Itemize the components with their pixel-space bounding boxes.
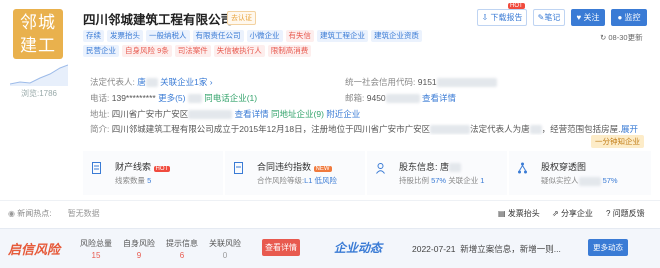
card-equity-sub: 疑似实控人 57% [541, 176, 618, 186]
address-row: 地址: 四川省广安市广安区 查看详情 同地址企业(9) 附近企业 [90, 109, 361, 120]
download-icon: ⇩ [481, 13, 489, 22]
status-tag[interactable]: 有限责任公司 [192, 30, 244, 42]
email-detail-link[interactable]: 查看详情 [422, 93, 456, 103]
status-tag[interactable]: 小微企业 [246, 30, 283, 42]
views-count: 浏览:1786 [20, 89, 58, 98]
related-companies-link[interactable]: 关联企业1家 [160, 77, 207, 87]
shareholder-icon [376, 163, 385, 174]
share-icon: ⇗ [552, 209, 559, 218]
card-equity-title: 股权穿透图 [541, 162, 587, 172]
same-phone-link[interactable]: 同电话企业(1) [204, 93, 257, 103]
more-dynamics-button[interactable]: 更多动态 [588, 239, 628, 256]
risk-tag[interactable]: 民营企业 [83, 45, 119, 57]
share-link[interactable]: ⇗ 分享企业 [552, 208, 593, 219]
news-icon: ◉ [8, 209, 15, 218]
legal-rep-name[interactable]: 唐 [137, 77, 146, 87]
refresh-icon: ↻ [600, 33, 607, 42]
risk-tag[interactable]: 限制高消费 [267, 45, 312, 57]
credit-code: 9151 [417, 77, 437, 87]
views-sparkline [10, 64, 68, 86]
risk-related-value[interactable]: 0 [207, 251, 243, 260]
note-button[interactable]: ✎笔记 [533, 9, 565, 26]
address-value: 四川省广安市广安区 [111, 109, 189, 119]
phone-more-link[interactable]: 更多(5) [158, 93, 185, 103]
status-tag[interactable]: 有失信 [285, 30, 314, 42]
card-contract-title: 合同违约指数 NEW [257, 162, 332, 172]
verify-badge[interactable]: 去认证 [227, 11, 256, 25]
email-row: 邮箱: 9450 查看详情 [345, 93, 457, 104]
phone-row: 电话: 139********* 更多(5) 同电话企业(1) [90, 93, 258, 104]
news-empty: 暂无数据 [67, 209, 100, 218]
equity-chart-icon [518, 162, 527, 174]
one-minute-button[interactable]: 一分钟知企业 [591, 135, 644, 148]
risk-detail-button[interactable]: 查看详情 [262, 239, 300, 256]
card-assets-sub: 线索数量 5 [115, 176, 152, 185]
risk-total-value[interactable]: 15 [78, 251, 114, 260]
monitor-button[interactable]: ● 监控 [611, 9, 647, 26]
card-shareholder-title: 股东信息: 唐 [399, 160, 462, 173]
dynamics-item[interactable]: 2022-07-21 新增立案信息，新增一则... [412, 243, 561, 255]
risk-self-label: 自身风险 [123, 239, 155, 248]
bell-icon: ● [617, 13, 623, 22]
same-address-link[interactable]: 同地址企业(9) [271, 109, 324, 119]
status-tag[interactable]: 发票抬头 [107, 30, 143, 42]
risk-brand: 启信风险 [8, 242, 61, 257]
intro-text: 四川邻城建筑工程有限公司成立于2015年12月18日，注册地位于四川省广安市广安… [111, 124, 431, 134]
company-name: 四川邻城建筑工程有限公司 [83, 13, 234, 27]
dynamics-brand: 企业动态 [334, 241, 383, 255]
address-detail-link[interactable]: 查看详情 [235, 109, 269, 119]
risk-tag[interactable]: 自身风险 9条 [122, 45, 172, 57]
news-row: ◉ 新闻热点: 暂无数据 [8, 209, 100, 218]
risk-total-label: 风险总量 [80, 239, 112, 248]
risk-tag[interactable]: 失信被执行人 [213, 45, 265, 57]
phone-number: 139********* [111, 93, 156, 103]
feedback-link[interactable]: ? 问题反馈 [606, 208, 645, 219]
heart-icon: ♥ [576, 13, 582, 22]
update-time: ↻ 08-30更新 [600, 33, 643, 42]
invoice-icon: ▤ [498, 209, 506, 218]
risk-hint-value[interactable]: 6 [164, 251, 200, 260]
risk-hint-label: 提示信息 [166, 239, 198, 248]
risk-related-label: 关联风险 [209, 239, 241, 248]
card-assets-title: 财产线索 HOT [115, 162, 171, 172]
card-contract-sub: 合作风险等级:L1 低风险 [257, 176, 338, 185]
email-value: 9450 [366, 93, 386, 103]
credit-code-row: 统一社会信用代码: 9151 [345, 76, 497, 88]
status-tag[interactable]: 一般纳税人 [146, 30, 190, 42]
download-report-button[interactable]: ⇩ 下载报告 [477, 9, 527, 26]
status-tag[interactable]: 建筑工程企业 [317, 30, 368, 42]
intro-row: 简介: 四川邻城建筑工程有限公司成立于2015年12月18日，注册地位于四川省广… [90, 124, 626, 135]
nearby-companies-link[interactable]: 附近企业 [326, 109, 360, 119]
expand-link[interactable]: 展开 [621, 123, 638, 135]
company-logo: 邻城建工 [13, 9, 63, 59]
invoice-link[interactable]: ▤ 发票抬头 [498, 208, 540, 219]
follow-button[interactable]: ♥ 关注 [571, 9, 605, 26]
tag-row-primary: 存续 发票抬头 一般纳税人 有限责任公司 小微企业 有失信 建筑工程企业 建筑企业资质 [83, 30, 422, 42]
risk-self-value[interactable]: 9 [121, 251, 157, 260]
card-shareholder-sub: 持股比例 57% 关联企业 1 [399, 176, 485, 185]
tag-row-risk: 民营企业 自身风险 9条 司法案件 失信被执行人 限制高消费 [83, 45, 312, 57]
legal-rep-row: 法定代表人: 唐 关联企业1家 › [90, 77, 213, 88]
chevron-right-icon: › [209, 77, 213, 87]
status-tag[interactable]: 存续 [83, 30, 104, 42]
card-shareholder[interactable] [367, 151, 507, 195]
card-equity[interactable] [509, 151, 651, 195]
assets-icon [92, 162, 101, 174]
risk-tag[interactable]: 司法案件 [174, 45, 211, 57]
contract-icon [234, 162, 243, 174]
question-icon: ? [606, 209, 611, 218]
status-tag[interactable]: 建筑企业资质 [371, 30, 422, 42]
